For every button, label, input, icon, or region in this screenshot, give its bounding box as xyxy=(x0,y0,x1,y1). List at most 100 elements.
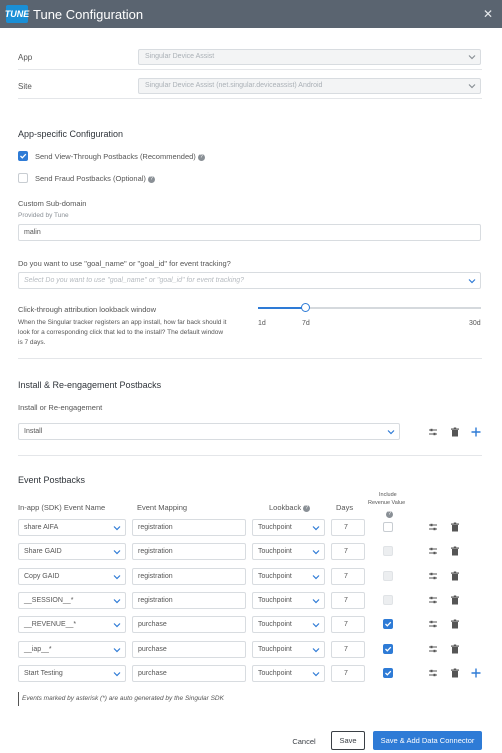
event-mapping-input[interactable]: purchase xyxy=(132,664,246,682)
trash-icon[interactable] xyxy=(450,644,460,654)
help-icon: ? xyxy=(303,504,311,512)
event-sdk-value: Share GAID xyxy=(24,548,62,556)
lookback-desc-1: When the Singular tracker registers an a… xyxy=(18,319,227,326)
event-lookback-value: Touchpoint xyxy=(258,596,292,604)
event-lookback-value: Touchpoint xyxy=(258,669,292,677)
event-days-input[interactable]: 7 xyxy=(331,519,365,536)
app-label: App xyxy=(18,53,33,62)
event-sdk-select[interactable]: Copy GAID xyxy=(18,567,126,585)
sliders-icon[interactable] xyxy=(428,427,438,437)
chevron-down-icon xyxy=(113,573,121,581)
event-days-input[interactable]: 7 xyxy=(331,567,365,585)
event-sdk-select[interactable]: __SESSION__* xyxy=(18,591,126,609)
chevron-down-icon xyxy=(312,597,320,605)
event-lookback-select[interactable]: Touchpoint xyxy=(252,567,325,585)
event-sdk-select[interactable]: __iap__* xyxy=(18,640,126,658)
install-field-label: Install or Re-engagement xyxy=(18,403,103,412)
revenue-checkbox[interactable] xyxy=(383,619,393,630)
event-lookback-select[interactable]: Touchpoint xyxy=(252,664,325,682)
chevron-down-icon xyxy=(312,646,320,654)
event-lookback-select[interactable]: Touchpoint xyxy=(252,519,325,536)
event-lookback-select[interactable]: Touchpoint xyxy=(252,616,325,634)
sliders-icon[interactable] xyxy=(428,571,438,581)
sliders-icon[interactable] xyxy=(428,619,438,629)
chevron-down-icon xyxy=(113,646,121,654)
help-icon: ? xyxy=(147,175,155,183)
event-days-input[interactable]: 7 xyxy=(331,591,365,609)
event-mapping-input[interactable]: purchase xyxy=(132,616,246,634)
trash-icon[interactable] xyxy=(450,595,460,605)
event-lookback-value: Touchpoint xyxy=(258,645,292,653)
sliders-icon[interactable] xyxy=(428,668,438,678)
trash-icon[interactable] xyxy=(450,522,460,532)
trash-icon[interactable] xyxy=(450,571,460,581)
event-sdk-select[interactable]: Share GAID xyxy=(18,543,126,561)
event-days-input[interactable]: 7 xyxy=(331,616,365,634)
sliders-icon[interactable] xyxy=(428,644,438,654)
event-lookback-value: Touchpoint xyxy=(258,548,292,556)
lookback-slider-handle[interactable] xyxy=(301,303,310,312)
event-mapping-input[interactable]: registration xyxy=(132,591,246,609)
event-sdk-value: share AIFA xyxy=(24,524,59,531)
site-select[interactable]: Singular Device Assist (net.singular.dev… xyxy=(138,78,481,94)
plus-icon[interactable] xyxy=(471,427,481,437)
sliders-icon[interactable] xyxy=(428,546,438,556)
view-through-checkbox[interactable] xyxy=(18,151,28,161)
col-sdk-header: In-app (SDK) Event Name xyxy=(18,503,106,512)
event-lookback-select[interactable]: Touchpoint xyxy=(252,591,325,609)
chevron-down-icon xyxy=(312,670,320,678)
revenue-checkbox[interactable] xyxy=(383,643,393,654)
divider xyxy=(18,69,482,70)
divider xyxy=(18,455,482,456)
close-icon[interactable]: ✕ xyxy=(483,7,493,21)
event-days-input[interactable]: 7 xyxy=(331,543,365,561)
trash-icon[interactable] xyxy=(450,619,460,629)
site-value: Singular Device Assist (net.singular.dev… xyxy=(145,82,323,89)
sliders-icon[interactable] xyxy=(428,595,438,605)
save-add-connector-button[interactable]: Save & Add Data Connector xyxy=(373,731,482,750)
app-value: Singular Device Assist xyxy=(145,53,215,60)
trash-icon[interactable] xyxy=(450,427,460,437)
event-mapping-input[interactable]: purchase xyxy=(132,640,246,658)
col-revenue-header-1: Include xyxy=(379,492,397,498)
plus-icon[interactable] xyxy=(471,668,481,678)
trash-icon[interactable] xyxy=(450,546,460,556)
save-button[interactable]: Save xyxy=(331,731,365,750)
event-lookback-value: Touchpoint xyxy=(258,621,292,629)
event-days-input[interactable]: 7 xyxy=(331,664,365,682)
col-revenue-header-2: Revenue Value xyxy=(368,500,406,506)
app-select[interactable]: Singular Device Assist xyxy=(138,49,481,65)
install-select[interactable]: Install xyxy=(18,423,400,440)
revenue-checkbox[interactable] xyxy=(383,522,393,532)
cancel-button[interactable]: Cancel xyxy=(284,733,324,749)
col-days-header: Days xyxy=(336,503,354,512)
subdomain-input[interactable]: malin xyxy=(18,224,481,241)
help-icon: ? xyxy=(197,153,205,161)
event-mapping-input[interactable]: registration xyxy=(132,567,246,585)
sliders-icon[interactable] xyxy=(428,522,438,532)
fraud-checkbox[interactable] xyxy=(18,173,28,183)
event-sdk-select[interactable]: share AIFA xyxy=(18,519,126,536)
event-days-input[interactable]: 7 xyxy=(331,640,365,658)
chevron-down-icon xyxy=(113,524,121,532)
chevron-down-icon xyxy=(312,524,320,532)
event-lookback-select[interactable]: Touchpoint xyxy=(252,543,325,561)
revenue-checkbox[interactable] xyxy=(383,667,393,678)
lookback-slider-fill xyxy=(258,307,306,309)
check-icon xyxy=(385,670,392,676)
check-icon xyxy=(20,153,27,159)
event-mapping-input[interactable]: registration xyxy=(132,543,246,561)
event-sdk-value: __SESSION__* xyxy=(24,596,74,604)
slider-max-label: 30d xyxy=(469,320,481,327)
event-lookback-select[interactable]: Touchpoint xyxy=(252,640,325,658)
event-sdk-value: __REVENUE__* xyxy=(24,621,77,629)
event-mapping-input[interactable]: registration xyxy=(132,519,246,536)
app-config-title: App-specific Configuration xyxy=(18,129,124,139)
event-sdk-select[interactable]: Start Testing xyxy=(18,664,126,682)
goal-select[interactable]: Select Do you want to use "goal_name" or… xyxy=(18,272,481,289)
chevron-down-icon xyxy=(113,621,121,629)
trash-icon[interactable] xyxy=(450,668,460,678)
event-sdk-select[interactable]: __REVENUE__* xyxy=(18,616,126,634)
title-bar: TUNE Tune Configuration ✕ xyxy=(0,0,502,28)
help-icon: ? xyxy=(386,510,393,518)
